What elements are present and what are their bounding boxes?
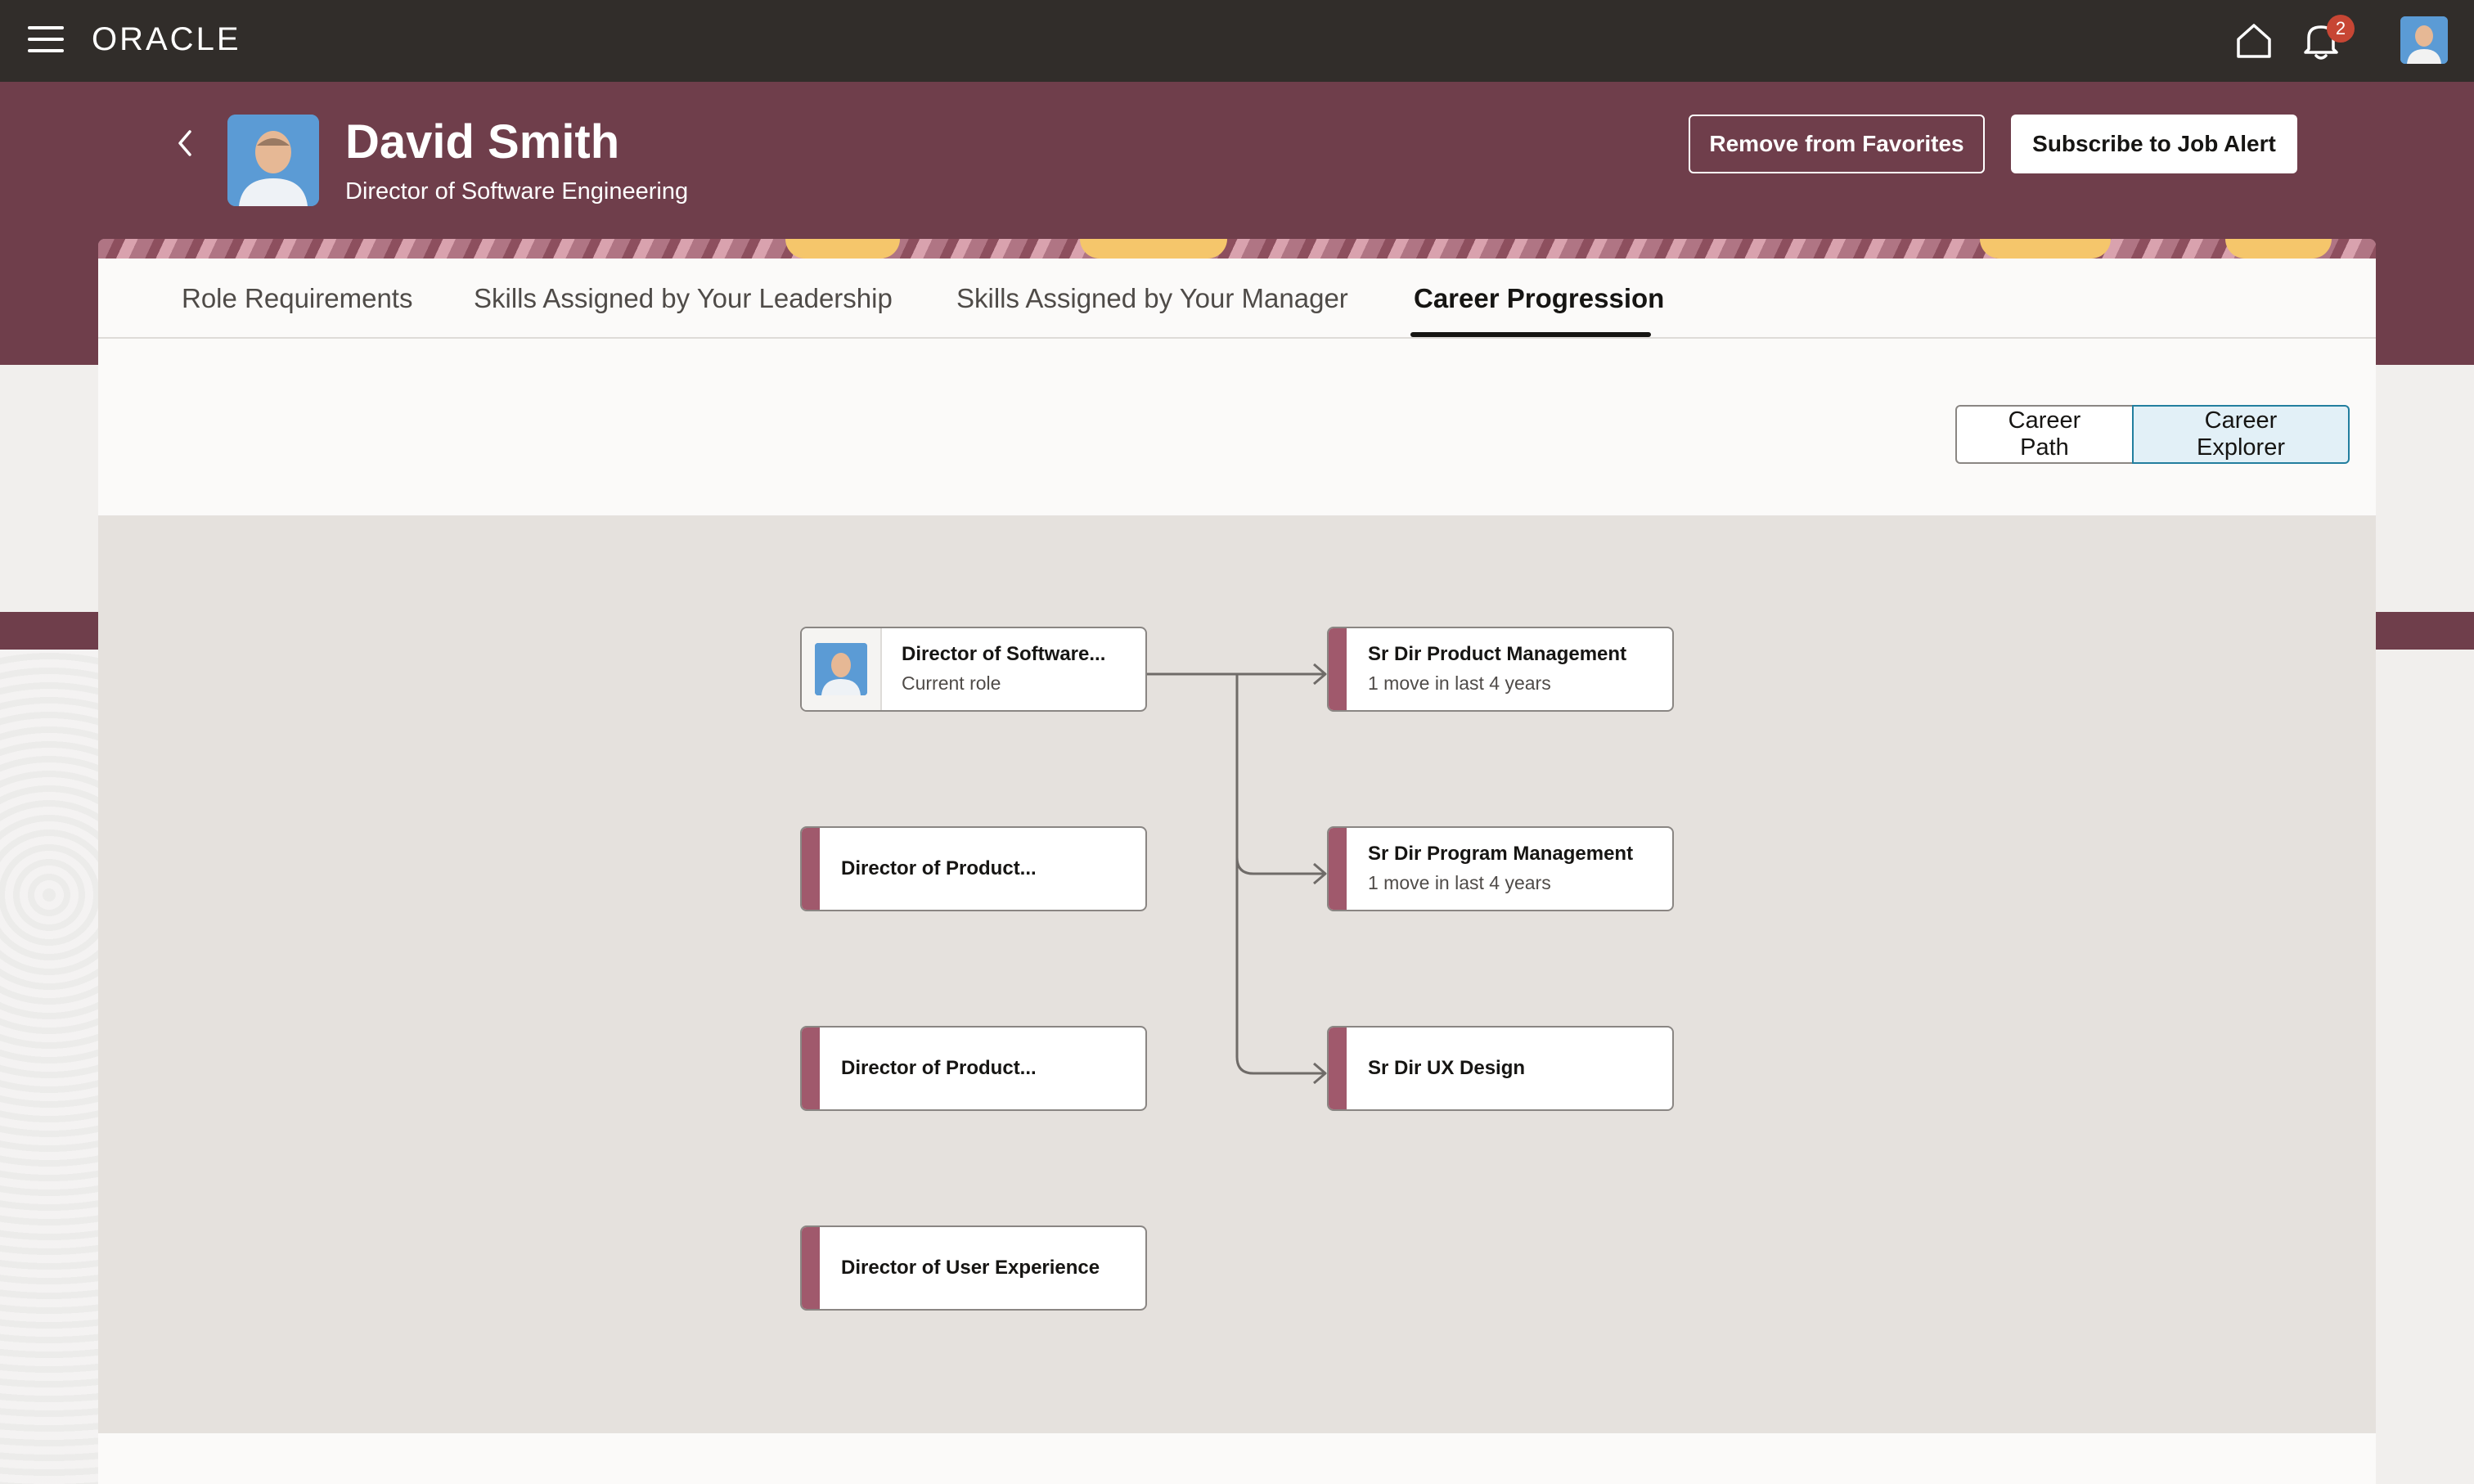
next-role-title: Sr Dir Program Management — [1368, 843, 1634, 865]
oracle-logo[interactable]: ORACLE — [92, 21, 241, 58]
notification-badge: 2 — [2327, 15, 2355, 43]
tab-skills-leadership[interactable]: Skills Assigned by Your Leadership — [474, 259, 893, 339]
current-role-title: Director of Software... — [902, 643, 1106, 665]
next-role-card[interactable]: Sr Dir Product Management 1 move in last… — [1327, 627, 1674, 712]
current-role-subtitle: Current role — [902, 672, 1001, 694]
related-role-card[interactable]: Director of Product... — [800, 826, 1147, 911]
current-role-avatar — [815, 643, 867, 695]
person-job-title: Director of Software Engineering — [345, 178, 689, 205]
decorative-shape — [1980, 239, 2111, 259]
tab-role-requirements[interactable]: Role Requirements — [182, 259, 412, 339]
home-icon[interactable] — [2233, 21, 2274, 61]
next-role-title: Sr Dir UX Design — [1368, 1057, 1526, 1079]
remove-from-favorites-button[interactable]: Remove from Favorites — [1689, 115, 1985, 173]
card-accent — [802, 1028, 820, 1109]
background-texture — [0, 650, 98, 1484]
card-accent — [802, 1227, 820, 1309]
related-role-title: Director of User Experience — [841, 1257, 1100, 1279]
tab-bar: Role Requirements Skills Assigned by You… — [98, 259, 2376, 339]
person-name: David Smith — [345, 115, 620, 169]
next-role-title: Sr Dir Product Management — [1368, 643, 1627, 665]
card-accent — [1329, 1028, 1347, 1109]
back-button[interactable] — [167, 123, 203, 164]
panel-footer — [98, 1433, 2376, 1484]
top-bar: ORACLE 2 — [0, 0, 2474, 82]
chevron-left-icon — [178, 130, 191, 156]
menu-icon[interactable] — [28, 26, 64, 56]
content-panel: Role Requirements Skills Assigned by You… — [98, 239, 2376, 1484]
career-path-toggle[interactable]: Career Path — [1955, 405, 2134, 464]
view-toggle: Career Path Career Explorer — [1955, 405, 2350, 464]
current-role-card[interactable]: Director of Software... Current role — [800, 627, 1147, 712]
subscribe-job-alert-button[interactable]: Subscribe to Job Alert — [2011, 115, 2297, 173]
connector-lines — [1145, 663, 1327, 1085]
current-role-photo-cell — [802, 628, 882, 710]
tab-skills-manager[interactable]: Skills Assigned by Your Manager — [956, 259, 1348, 339]
next-role-card[interactable]: Sr Dir UX Design — [1327, 1026, 1674, 1111]
career-explorer-toggle[interactable]: Career Explorer — [2132, 405, 2350, 464]
card-accent — [1329, 828, 1347, 910]
related-role-card[interactable]: Director of Product... — [800, 1026, 1147, 1111]
career-explorer-canvas: Director of Software... Current role Dir… — [98, 515, 2376, 1433]
notifications-button[interactable]: 2 — [2301, 15, 2355, 65]
next-role-subtitle: 1 move in last 4 years — [1368, 672, 1551, 694]
active-tab-indicator — [1410, 332, 1651, 337]
card-accent — [802, 828, 820, 910]
decorative-shape — [2225, 239, 2332, 259]
related-role-title: Director of Product... — [841, 857, 1037, 879]
next-role-card[interactable]: Sr Dir Program Management 1 move in last… — [1327, 826, 1674, 911]
next-role-subtitle: 1 move in last 4 years — [1368, 872, 1551, 893]
user-avatar[interactable] — [2400, 16, 2448, 64]
related-role-title: Director of Product... — [841, 1057, 1037, 1079]
card-accent — [1329, 628, 1347, 710]
decorative-shape — [1080, 239, 1227, 259]
tab-career-progression[interactable]: Career Progression — [1414, 259, 1664, 339]
related-role-card[interactable]: Director of User Experience — [800, 1225, 1147, 1311]
decorative-shape — [785, 239, 900, 259]
profile-photo — [227, 115, 319, 206]
